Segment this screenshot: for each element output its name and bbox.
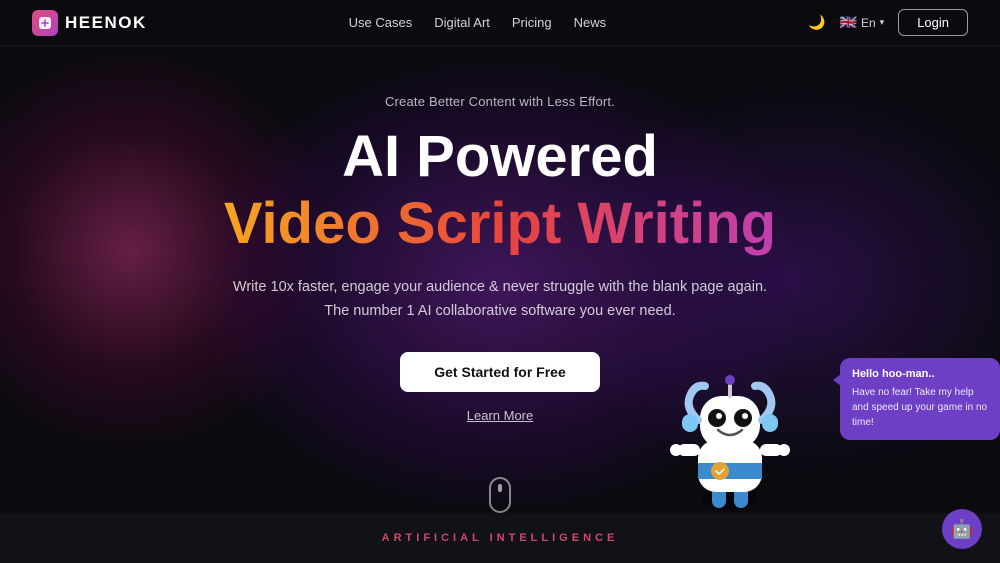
login-button[interactable]: Login [898, 9, 968, 36]
nav-links: Use Cases Digital Art Pricing News [349, 15, 606, 30]
logo-svg [38, 16, 52, 30]
chat-widget-icon: 🤖 [951, 519, 973, 540]
nav-link-pricing[interactable]: Pricing [512, 15, 552, 30]
bottom-section: ARTIFICIAL INTELLIGENCE [0, 513, 1000, 563]
chat-widget-button[interactable]: 🤖 [942, 509, 982, 549]
hero-description-line2: The number 1 AI collaborative software y… [324, 303, 675, 319]
scroll-indicator [489, 477, 511, 513]
navbar: HEENOK Use Cases Digital Art Pricing New… [0, 0, 1000, 46]
hero-description: Write 10x faster, engage your audience &… [233, 276, 767, 324]
ai-label: ARTIFICIAL INTELLIGENCE [382, 532, 619, 544]
hero-title-line2: Video Script Writing [224, 192, 776, 256]
nav-link-news[interactable]: News [574, 15, 607, 30]
logo-icon [32, 10, 58, 36]
nav-link-use-cases[interactable]: Use Cases [349, 15, 413, 30]
hero-subtitle: Create Better Content with Less Effort. [385, 94, 615, 109]
chat-bubble-text: Have no fear! Take my help and speed up … [852, 385, 988, 430]
robot-chat-bubble: Hello hoo-man.. Have no fear! Take my he… [840, 358, 1000, 440]
learn-more-link[interactable]: Learn More [467, 408, 533, 423]
dark-mode-icon[interactable]: 🌙 [808, 14, 825, 31]
nav-right: 🌙 🇬🇧 En ▾ Login [808, 9, 968, 36]
nav-link-digital-art[interactable]: Digital Art [434, 15, 490, 30]
logo-text: HEENOK [65, 13, 147, 33]
lang-code: En [861, 16, 876, 30]
hero-description-line1: Write 10x faster, engage your audience &… [233, 279, 767, 295]
scroll-dot [498, 484, 502, 492]
get-started-button[interactable]: Get Started for Free [400, 352, 599, 392]
chevron-down-icon: ▾ [880, 17, 885, 28]
logo[interactable]: HEENOK [32, 10, 147, 36]
hero-title-line1: AI Powered [342, 127, 658, 188]
flag-icon: 🇬🇧 [840, 14, 857, 31]
chat-bubble-title: Hello hoo-man.. [852, 368, 988, 380]
robot-svg [660, 368, 800, 523]
robot-area: Hello hoo-man.. Have no fear! Take my he… [660, 368, 800, 523]
robot-illustration [660, 368, 800, 523]
language-selector[interactable]: 🇬🇧 En ▾ [840, 14, 885, 31]
